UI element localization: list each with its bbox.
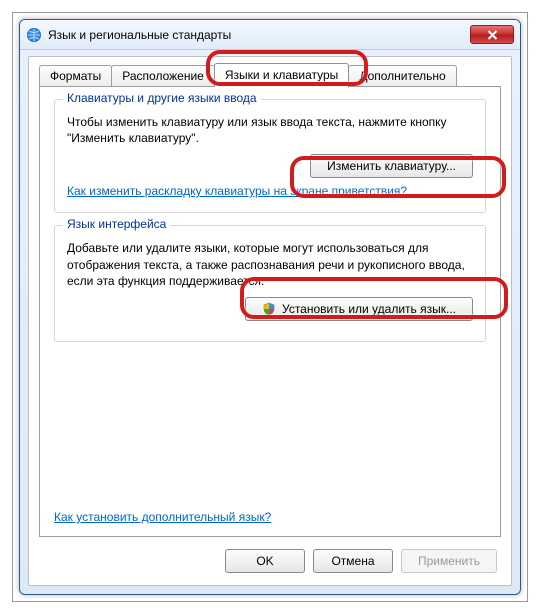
globe-icon [26,27,42,43]
group-display-language-title: Язык интерфейса [63,217,170,231]
dialog-window: Язык и региональные стандарты Форматы Ра… [19,19,521,595]
uac-shield-icon [262,302,276,316]
ok-button[interactable]: OK [225,549,305,573]
tab-location[interactable]: Расположение [111,65,215,87]
install-additional-language-link[interactable]: Как установить дополнительный язык? [54,510,271,524]
group-display-language-desc: Добавьте или удалите языки, которые могу… [67,240,473,289]
dialog-button-row: OK Отмена Применить [225,549,497,573]
group-keyboards: Клавиатуры и другие языки ввода Чтобы из… [54,99,486,213]
titlebar: Язык и региональные стандарты [20,20,520,50]
install-uninstall-language-label: Установить или удалить язык... [282,302,456,316]
welcome-screen-layout-link[interactable]: Как изменить раскладку клавиатуры на экр… [67,184,407,198]
client-area: Форматы Расположение Языки и клавиатуры … [28,56,512,586]
tab-languages-keyboards[interactable]: Языки и клавиатуры [214,63,349,87]
install-uninstall-language-button[interactable]: Установить или удалить язык... [245,297,473,321]
cancel-button[interactable]: Отмена [313,549,393,573]
close-icon [487,30,498,40]
tab-panel: Клавиатуры и другие языки ввода Чтобы из… [39,86,501,537]
group-keyboards-title: Клавиатуры и другие языки ввода [63,91,261,105]
apply-button[interactable]: Применить [401,549,497,573]
change-keyboard-button[interactable]: Изменить клавиатуру... [310,154,473,178]
group-keyboards-desc: Чтобы изменить клавиатуру или язык ввода… [67,114,473,146]
close-button[interactable] [470,25,514,44]
tab-advanced[interactable]: Дополнительно [348,65,456,87]
screenshot-frame: Язык и региональные стандарты Форматы Ра… [12,12,528,602]
window-title: Язык и региональные стандарты [48,28,470,42]
group-display-language: Язык интерфейса Добавьте или удалите язы… [54,225,486,342]
tab-formats[interactable]: Форматы [39,65,112,87]
tab-strip: Форматы Расположение Языки и клавиатуры … [39,63,501,87]
